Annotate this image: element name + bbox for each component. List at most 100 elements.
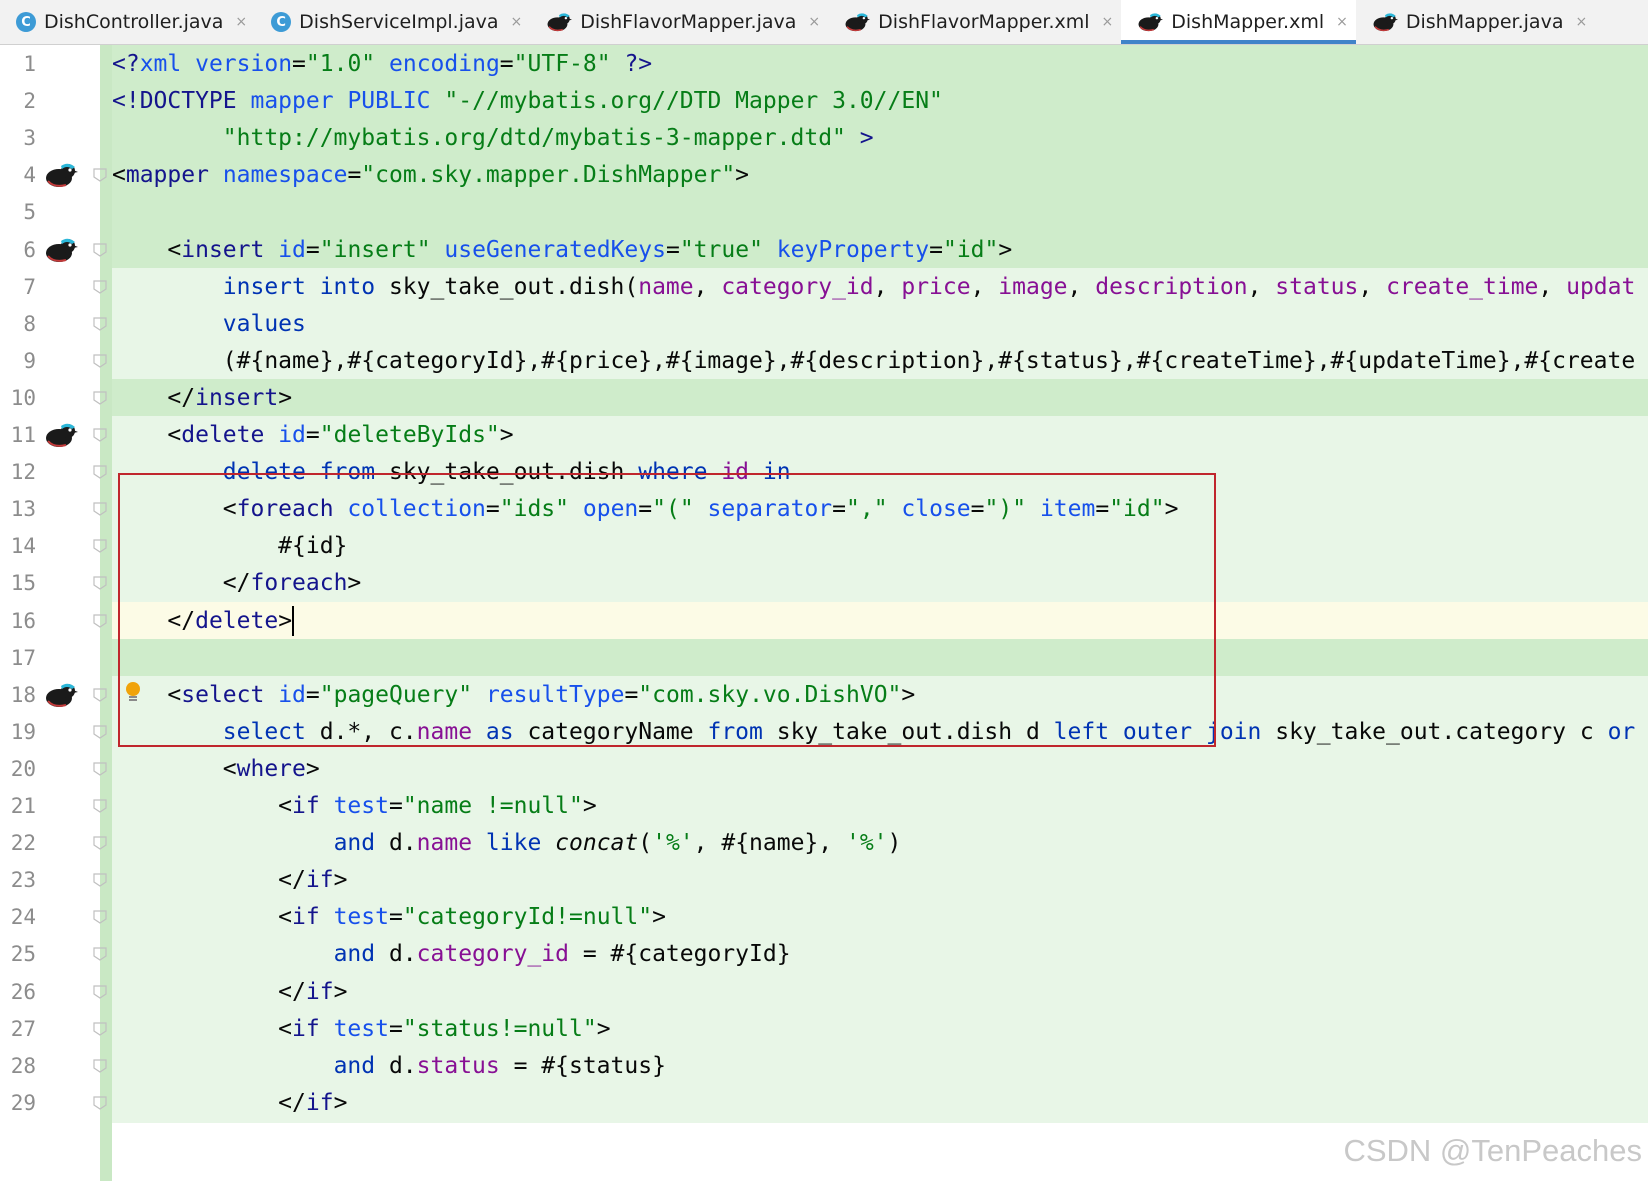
tab-dishmapper-xml[interactable]: DishMapper.xml × <box>1121 0 1356 44</box>
fold-marker-icon[interactable] <box>93 242 107 257</box>
code-line[interactable]: </if> <box>112 973 1648 1012</box>
code-token: if <box>305 867 334 894</box>
code-line[interactable]: </foreach> <box>112 564 1648 603</box>
fold-marker-icon[interactable] <box>93 354 107 368</box>
code-token: select <box>181 681 265 708</box>
code-line[interactable]: <delete id="deleteByIds"> <box>112 416 1648 455</box>
code-line[interactable]: <!DOCTYPE mapper PUBLIC "-//mybatis.org/… <box>112 82 1648 121</box>
code-line[interactable] <box>112 193 1648 232</box>
code-token: > <box>305 755 320 782</box>
fold-marker-icon[interactable] <box>93 428 107 442</box>
code-line[interactable]: </if> <box>112 861 1648 900</box>
line-number: 29 <box>10 1090 36 1115</box>
code-area[interactable]: <?xml version="1.0" encoding="UTF-8" ?> <… <box>112 45 1648 1181</box>
code-editor[interactable]: 1 2 3 4 5 6 7 8 9 10 11 12 13 14 15 16 17 18 19 20 21 22 23 24 2… <box>0 45 1648 1181</box>
fold-marker-icon[interactable] <box>93 168 107 183</box>
fold-marker-icon[interactable] <box>93 279 107 294</box>
mybatis-navigate-icon[interactable] <box>44 421 78 449</box>
code-line[interactable]: values <box>112 305 1648 344</box>
code-token: < <box>112 904 293 931</box>
tab-dishserviceimpl-java[interactable]: C DishServiceImpl.java × <box>255 0 530 44</box>
code-line[interactable]: <mapper namespace="com.sky.mapper.DishMa… <box>112 156 1648 195</box>
mybatis-navigate-icon[interactable] <box>44 236 78 264</box>
code-token: foreach <box>250 570 348 597</box>
fold-marker-icon[interactable] <box>93 688 107 702</box>
fold-marker-icon[interactable] <box>93 1096 107 1110</box>
close-icon[interactable]: × <box>235 14 247 30</box>
code-token: = <box>929 236 943 263</box>
code-line[interactable]: </insert> <box>112 379 1648 418</box>
tab-dishflavormapper-java[interactable]: DishFlavorMapper.java × <box>530 0 828 44</box>
code-token: select <box>222 718 306 745</box>
code-line[interactable]: (#{name},#{categoryId},#{price},#{image}… <box>112 342 1648 381</box>
fold-marker-icon[interactable] <box>93 465 107 479</box>
java-class-icon: C <box>271 12 292 32</box>
code-line[interactable]: select d.*, c.name as categoryName from … <box>112 713 1648 752</box>
code-line[interactable]: "http://mybatis.org/dtd/mybatis-3-mapper… <box>112 119 1648 158</box>
close-icon[interactable]: × <box>1336 14 1348 30</box>
code-token: sky_take_out.dish( <box>375 273 639 300</box>
code-token: = <box>624 681 639 708</box>
tab-label: DishFlavorMapper.xml <box>878 11 1090 33</box>
code-line[interactable] <box>112 639 1648 678</box>
code-line[interactable]: delete from sky_take_out.dish where id i… <box>112 453 1648 492</box>
lightbulb-icon[interactable] <box>124 681 142 705</box>
close-icon[interactable]: × <box>1102 14 1114 30</box>
fold-marker-icon[interactable] <box>93 613 107 628</box>
code-line[interactable]: and d.name like concat('%', #{name}, '%'… <box>112 824 1648 863</box>
text-cursor <box>292 606 295 636</box>
code-token: encoding <box>389 51 500 77</box>
code-line[interactable]: <where> <box>112 750 1648 789</box>
code-token: = <box>832 496 847 523</box>
fold-marker-icon[interactable] <box>93 799 107 813</box>
line-number: 2 <box>23 89 36 114</box>
code-line[interactable]: and d.category_id = #{categoryId} <box>112 935 1648 974</box>
code-line[interactable]: <select id="pageQuery" resultType="com.s… <box>112 676 1648 715</box>
code-token: > <box>333 1089 348 1116</box>
fold-marker-icon[interactable] <box>93 725 107 739</box>
code-line[interactable]: <insert id="insert" useGeneratedKeys="tr… <box>112 231 1648 270</box>
fold-marker-icon[interactable] <box>93 873 107 887</box>
fold-marker-icon[interactable] <box>93 576 107 591</box>
fold-marker-icon[interactable] <box>93 539 107 554</box>
code-line[interactable]: <if test="categoryId!=null"> <box>112 898 1648 937</box>
tab-dishcontroller-java[interactable]: C DishController.java × <box>0 0 255 44</box>
fold-marker-icon[interactable] <box>93 502 107 516</box>
fold-marker-icon[interactable] <box>93 947 107 962</box>
tab-label: DishMapper.java <box>1405 11 1564 33</box>
fold-marker-icon[interactable] <box>93 317 107 331</box>
fold-marker-icon[interactable] <box>93 1021 107 1036</box>
code-line[interactable]: <?xml version="1.0" encoding="UTF-8" ?> <box>112 45 1648 84</box>
fold-marker-icon[interactable] <box>93 984 107 999</box>
code-line[interactable]: </if> <box>112 1084 1648 1123</box>
code-line[interactable]: <if test="status!=null"> <box>112 1010 1648 1049</box>
code-line[interactable]: #{id} <box>112 527 1648 566</box>
mybatis-bird-icon <box>1373 13 1398 32</box>
code-line[interactable]: <foreach collection="ids" open="(" separ… <box>112 490 1648 529</box>
mybatis-navigate-icon[interactable] <box>44 681 78 709</box>
code-token: = <box>292 51 306 77</box>
code-token: = <box>388 904 403 931</box>
fold-marker-icon[interactable] <box>93 910 107 925</box>
code-line[interactable]: </delete> <box>112 602 1648 641</box>
line-number: 6 <box>23 237 36 262</box>
code-line[interactable]: insert into sky_take_out.dish(name, cate… <box>112 268 1648 307</box>
code-line[interactable]: and d.status = #{status} <box>112 1047 1648 1086</box>
code-token: sky_take_out.dish <box>375 459 639 486</box>
code-line[interactable]: <if test="name !=null"> <box>112 787 1648 826</box>
close-icon[interactable]: × <box>808 14 820 30</box>
fold-marker-icon[interactable] <box>93 836 107 850</box>
tab-dishflavormapper-xml[interactable]: DishFlavorMapper.xml × <box>828 0 1121 44</box>
fold-marker-icon[interactable] <box>93 1059 107 1073</box>
close-icon[interactable]: × <box>1575 14 1587 30</box>
close-icon[interactable]: × <box>511 14 523 30</box>
tab-dishmapper-java[interactable]: DishMapper.java × <box>1356 0 1595 44</box>
code-token: > <box>278 607 293 634</box>
fold-marker-icon[interactable] <box>93 762 107 776</box>
fold-marker-icon[interactable] <box>93 391 107 405</box>
mybatis-navigate-icon[interactable] <box>44 161 78 189</box>
code-token: > <box>278 384 293 411</box>
